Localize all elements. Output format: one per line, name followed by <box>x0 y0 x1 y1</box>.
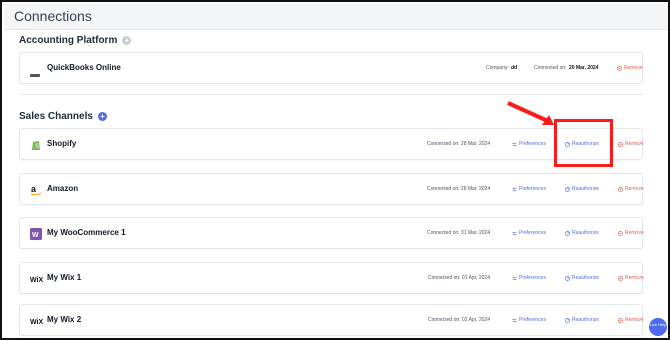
add-accounting-icon[interactable]: + <box>122 36 132 45</box>
connected-date: Connected on: 02 Apr, 2024 <box>428 317 490 323</box>
svg-text:WiX: WiX <box>30 319 43 326</box>
channel-name: Amazon <box>47 184 79 193</box>
remove-icon <box>618 317 623 323</box>
remove-icon <box>618 141 623 147</box>
header-bar: Connections <box>4 4 668 30</box>
quickbooks-logo-icon <box>30 65 40 77</box>
sales-section-label: Sales Channels <box>19 111 93 122</box>
woocommerce-card: W My WooCommerce 1 Connected on: 31 Mar,… <box>19 217 644 249</box>
live-help-button[interactable]: Live Help <box>649 318 667 336</box>
reauthorize-label: Reauthorize <box>572 275 599 281</box>
app-frame: Connections Accounting Platform + QuickB… <box>0 0 670 340</box>
remove-button[interactable]: Remove <box>618 186 644 192</box>
preferences-label: Preferences <box>519 230 546 236</box>
shopify-card: S Shopify Connected on: 28 Mar, 2024 Pre… <box>19 128 644 160</box>
reauthorize-icon <box>565 186 570 192</box>
remove-label: Remove <box>624 65 643 71</box>
remove-icon <box>618 186 623 192</box>
company-value: dd <box>511 65 518 71</box>
amazon-card: a Amazon Connected on: 28 Mar, 2024 Pref… <box>19 173 644 205</box>
preferences-button[interactable]: Preferences <box>512 230 546 236</box>
sales-section-title: Sales Channels + <box>19 111 107 122</box>
reauthorize-icon <box>565 230 570 236</box>
connected-date: Connected on: 28 Mar, 2024 <box>427 186 491 192</box>
remove-button[interactable]: Remove <box>618 141 644 147</box>
preferences-button[interactable]: Preferences <box>512 141 546 147</box>
reauthorize-button[interactable]: Reauthorize <box>565 317 599 323</box>
company-label: Company: <box>486 65 509 71</box>
reauthorize-button[interactable]: Reauthorize <box>565 275 599 281</box>
wix-logo-icon: WiX <box>30 272 44 284</box>
preferences-icon <box>512 276 517 280</box>
accounting-section-label: Accounting Platform <box>19 35 118 46</box>
svg-text:S: S <box>35 144 39 150</box>
preferences-label: Preferences <box>519 275 546 281</box>
remove-button[interactable]: Remove <box>618 317 644 323</box>
wix-2-card: WiX My Wix 2 Connected on: 02 Apr, 2024 … <box>19 304 644 336</box>
wix-logo-icon: WiX <box>30 314 44 326</box>
remove-label: Remove <box>625 230 644 236</box>
section-divider <box>19 94 643 95</box>
connected-date: Connected on: 28 Mar, 2024 <box>427 141 491 147</box>
remove-icon <box>618 275 623 281</box>
amazon-logo-icon: a <box>30 183 42 196</box>
reauthorize-button[interactable]: Reauthorize <box>565 230 599 236</box>
reauthorize-label: Reauthorize <box>572 186 599 192</box>
annotation-arrow-icon <box>507 101 554 125</box>
preferences-button[interactable]: Preferences <box>512 317 546 323</box>
connected-label: Connected on: <box>534 65 567 71</box>
wix-1-card: WiX My Wix 1 Connected on: 01 Apr, 2024 … <box>19 262 644 294</box>
preferences-label: Preferences <box>519 186 546 192</box>
svg-text:W: W <box>32 232 39 239</box>
svg-text:a: a <box>31 184 37 194</box>
preferences-button[interactable]: Preferences <box>512 275 546 281</box>
preferences-label: Preferences <box>519 141 546 147</box>
channel-name: My WooCommerce 1 <box>47 228 126 237</box>
accounting-section-title: Accounting Platform + <box>19 35 132 46</box>
preferences-icon <box>512 142 517 146</box>
remove-label: Remove <box>625 275 644 281</box>
quickbooks-card: QuickBooks Online Company: dd Connected … <box>19 52 643 84</box>
preferences-icon <box>512 231 517 235</box>
preferences-label: Preferences <box>519 317 546 323</box>
connected-date: Connected on: 31 Mar, 2024 <box>427 230 491 236</box>
reauthorize-button[interactable]: Reauthorize <box>565 186 599 192</box>
remove-button[interactable]: Remove <box>617 65 643 71</box>
remove-icon <box>618 230 623 236</box>
connected-date: Connected on: 01 Apr, 2024 <box>428 275 490 281</box>
reauthorize-label: Reauthorize <box>572 317 599 323</box>
remove-label: Remove <box>625 141 644 147</box>
reauthorize-icon <box>565 275 570 281</box>
shopify-logo-icon: S <box>30 138 42 150</box>
remove-label: Remove <box>625 186 644 192</box>
reauthorize-icon <box>565 317 570 323</box>
woocommerce-logo-icon: W <box>30 227 42 240</box>
preferences-icon <box>512 187 517 191</box>
annotation-highlight-box <box>554 119 613 167</box>
page-title: Connections <box>14 8 92 24</box>
preferences-button[interactable]: Preferences <box>512 186 546 192</box>
preferences-icon <box>512 318 517 322</box>
add-sales-channel-icon[interactable]: + <box>97 112 107 121</box>
channel-name: My Wix 1 <box>47 273 82 282</box>
remove-icon <box>617 65 622 71</box>
connected-value: 20 Mar, 2024 <box>569 65 599 71</box>
channel-name: Shopify <box>47 139 77 148</box>
svg-text:WiX: WiX <box>30 277 43 284</box>
channel-name: My Wix 2 <box>47 315 82 324</box>
reauthorize-label: Reauthorize <box>572 230 599 236</box>
remove-button[interactable]: Remove <box>618 275 644 281</box>
remove-label: Remove <box>625 317 644 323</box>
quickbooks-name: QuickBooks Online <box>47 63 121 72</box>
remove-button[interactable]: Remove <box>618 230 644 236</box>
